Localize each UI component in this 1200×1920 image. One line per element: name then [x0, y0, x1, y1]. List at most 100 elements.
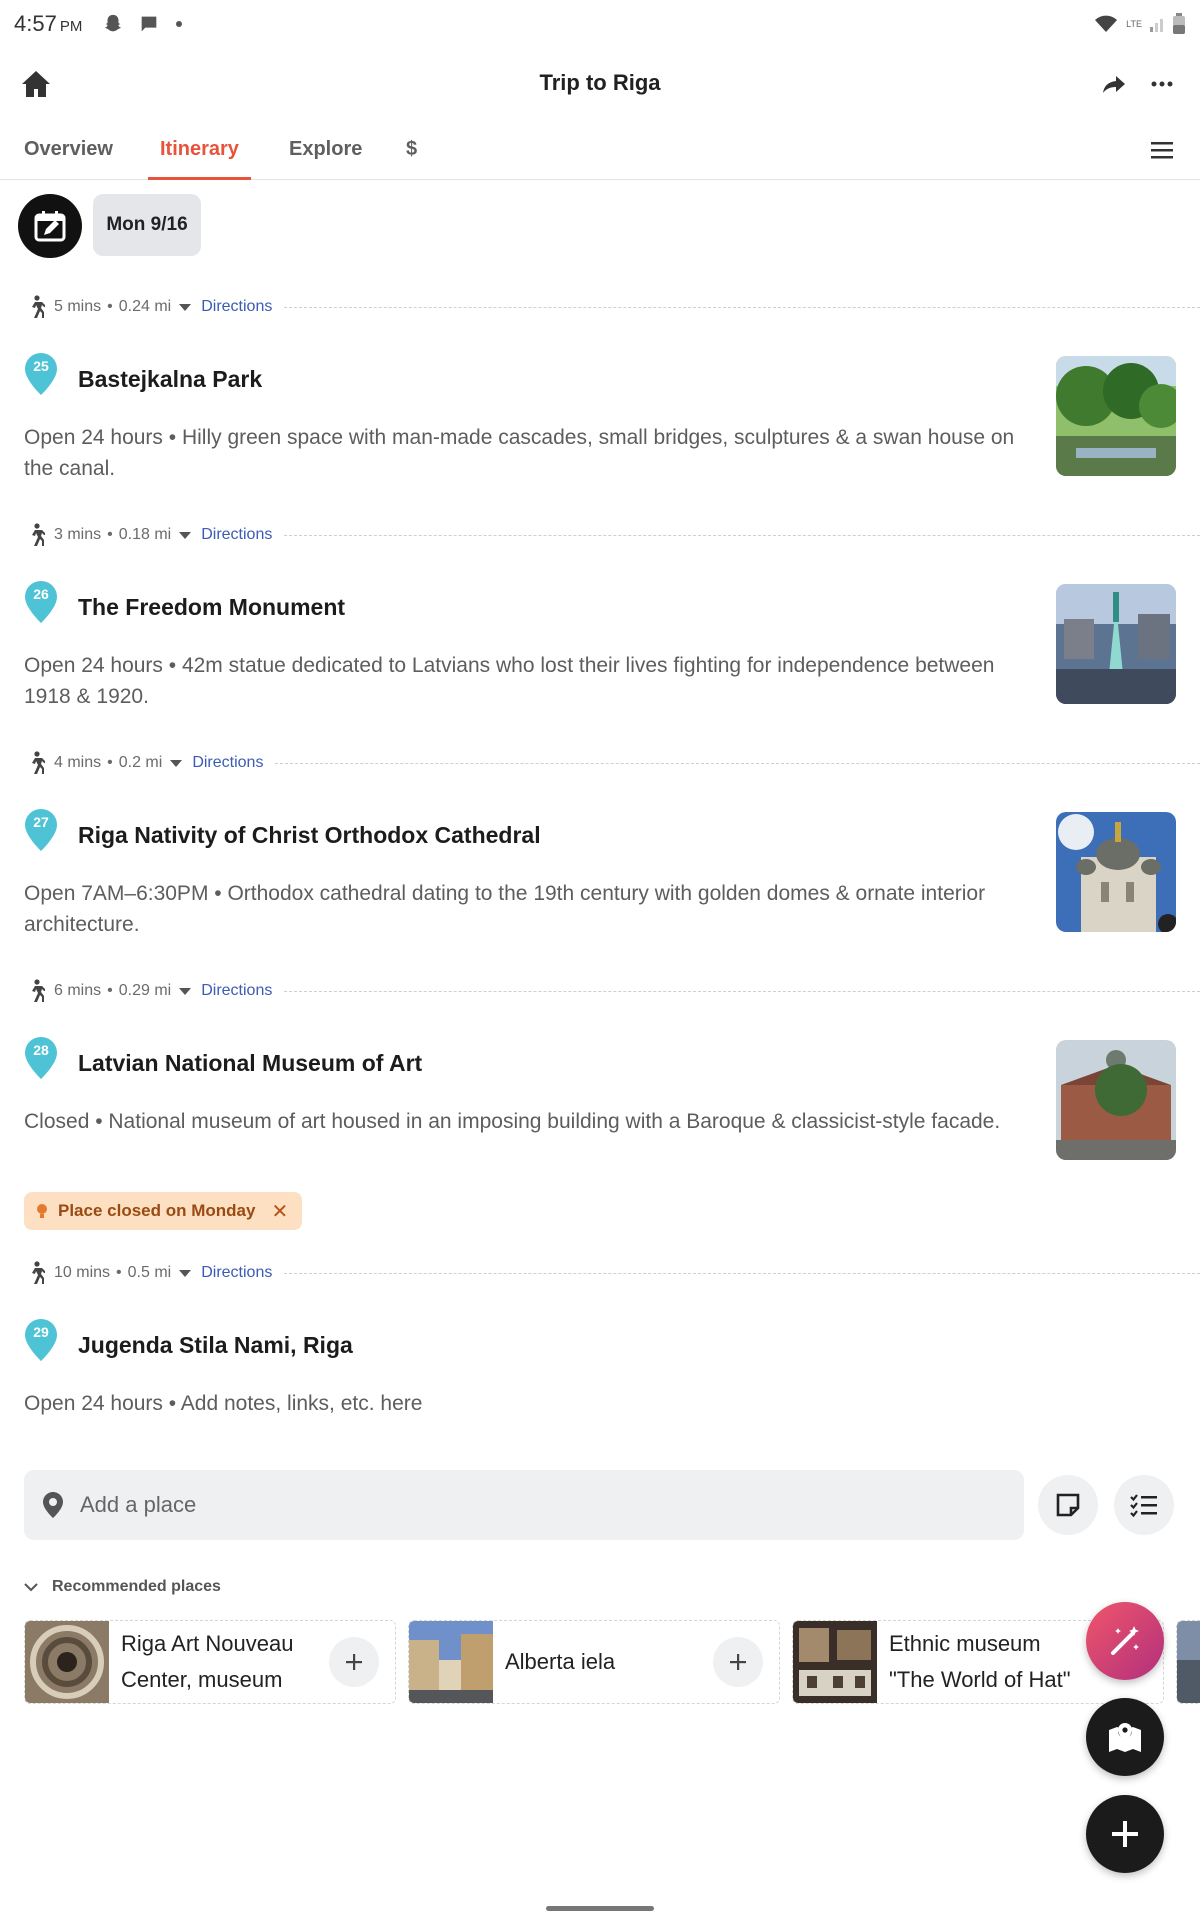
- recommended-place-photo: [409, 1621, 493, 1703]
- expand-caret-icon[interactable]: [170, 759, 183, 767]
- directions-link[interactable]: Directions: [201, 1264, 272, 1282]
- map-pin-icon: 25: [24, 352, 58, 396]
- dot-icon: [176, 21, 183, 27]
- more-options-button[interactable]: [1144, 66, 1180, 102]
- place-photo[interactable]: [1056, 812, 1176, 932]
- place-description: Open 24 hours • 42m statue dedicated to …: [24, 654, 995, 708]
- directions-link[interactable]: Directions: [201, 982, 272, 1000]
- recommended-place-card[interactable]: Riga Art Nouveau Center, museum: [24, 1620, 396, 1704]
- travel-distance: 0.24 mi: [118, 298, 172, 315]
- travel-segment: 5 mins • 0.24 mi Directions: [24, 292, 1200, 322]
- share-arrow-icon: [1103, 76, 1125, 93]
- plus-icon: [1112, 1821, 1138, 1847]
- place-name[interactable]: The Freedom Monument: [78, 594, 345, 621]
- gesture-home-indicator[interactable]: [546, 1906, 654, 1911]
- walking-icon: [24, 521, 48, 549]
- map-pin-fold-icon: [1109, 1723, 1141, 1752]
- home-button[interactable]: [18, 66, 54, 102]
- wifi-icon: [1095, 15, 1118, 32]
- chat-bubble-icon: [141, 16, 157, 32]
- plus-icon: [730, 1654, 746, 1670]
- location-pin-icon: [43, 1492, 63, 1518]
- add-place-input[interactable]: Add a place: [24, 1470, 1024, 1540]
- closed-badge-text: Place closed on Monday: [58, 1201, 256, 1220]
- add-recommended-button[interactable]: [713, 1637, 763, 1687]
- expand-caret-icon[interactable]: [179, 1269, 192, 1277]
- recommended-place-name: Alberta iela: [505, 1649, 616, 1674]
- add-checklist-button[interactable]: [1114, 1475, 1174, 1535]
- expand-caret-icon[interactable]: [179, 303, 192, 311]
- place-name[interactable]: Bastejkalna Park: [78, 366, 262, 393]
- recommended-header-label: Recommended places: [52, 1578, 221, 1595]
- place-name[interactable]: Riga Nativity of Christ Orthodox Cathedr…: [78, 822, 541, 849]
- tab-budget[interactable]: $: [406, 138, 417, 180]
- place-name[interactable]: Jugenda Stila Nami, Riga: [78, 1332, 353, 1359]
- magic-wand-icon: [1111, 1626, 1139, 1655]
- recommended-place-card[interactable]: Alberta iela: [408, 1620, 780, 1704]
- walking-icon: [24, 977, 48, 1005]
- chevron-down-icon: [24, 1583, 38, 1592]
- ai-assist-fab[interactable]: [1086, 1602, 1164, 1680]
- directions-link[interactable]: Directions: [201, 526, 272, 544]
- share-button[interactable]: [1096, 66, 1132, 102]
- recommended-place-photo: [25, 1621, 109, 1703]
- travel-segment: 3 mins • 0.18 mi Directions: [24, 520, 1200, 550]
- travel-distance: 0.5 mi: [127, 1264, 172, 1281]
- home-icon: [22, 71, 50, 97]
- place-photo[interactable]: [1056, 1040, 1176, 1160]
- more-horizontal-icon: [1151, 81, 1173, 87]
- calendar-edit-icon: [34, 211, 66, 242]
- travel-time: 6 mins: [54, 982, 102, 999]
- recommended-place-photo: [793, 1621, 877, 1703]
- walking-icon: [24, 293, 48, 321]
- travel-segment: 10 mins • 0.5 mi Directions: [24, 1258, 1200, 1288]
- travel-time: 4 mins: [54, 754, 102, 771]
- add-recommended-button[interactable]: [329, 1637, 379, 1687]
- place-photo[interactable]: [1056, 584, 1176, 704]
- signal-icon: [1150, 19, 1163, 32]
- place-name[interactable]: Latvian National Museum of Art: [78, 1050, 422, 1077]
- expand-caret-icon[interactable]: [179, 531, 192, 539]
- travel-segment: 6 mins • 0.29 mi Directions: [24, 976, 1200, 1006]
- directions-link[interactable]: Directions: [201, 298, 272, 316]
- add-fab[interactable]: [1086, 1795, 1164, 1873]
- tab-itinerary[interactable]: Itinerary: [148, 138, 251, 180]
- map-pin-icon: 29: [24, 1318, 58, 1362]
- plus-icon: [346, 1654, 362, 1670]
- travel-time: 3 mins: [54, 526, 102, 543]
- place-description: Open 7AM–6:30PM • Orthodox cathedral dat…: [24, 882, 986, 936]
- checklist-icon: [1130, 1494, 1157, 1517]
- app-bar: Trip to Riga: [0, 56, 1200, 112]
- status-bar: 4:57 PM LTE: [0, 0, 1200, 48]
- expand-caret-icon[interactable]: [179, 987, 192, 995]
- map-view-fab[interactable]: [1086, 1698, 1164, 1776]
- battery-icon: [1173, 13, 1185, 34]
- travel-distance: 0.18 mi: [118, 526, 172, 543]
- snapchat-icon: [105, 14, 122, 32]
- recommended-place-photo: [1177, 1621, 1200, 1703]
- walking-icon: [24, 749, 48, 777]
- recommended-place-name: Riga Art Nouveau: [121, 1631, 294, 1656]
- dismiss-close-icon[interactable]: ✕: [271, 1199, 288, 1224]
- directions-link[interactable]: Directions: [192, 754, 263, 772]
- tab-explore[interactable]: Explore: [289, 138, 362, 180]
- recommended-places-toggle[interactable]: Recommended places: [24, 1578, 221, 1596]
- calendar-edit-button[interactable]: [18, 194, 82, 258]
- page-title: Trip to Riga: [539, 70, 661, 95]
- travel-time: 10 mins: [54, 1264, 111, 1281]
- tab-overview[interactable]: Overview: [24, 138, 113, 180]
- place-photo[interactable]: [1056, 356, 1176, 476]
- walking-icon: [24, 1259, 48, 1287]
- add-place-placeholder: Add a place: [80, 1492, 197, 1517]
- menu-button[interactable]: [1148, 136, 1176, 164]
- travel-distance: 0.29 mi: [118, 982, 172, 999]
- recommended-place-card-partial[interactable]: [1176, 1620, 1200, 1704]
- place-description: Open 24 hours • Add notes, links, etc. h…: [24, 1392, 423, 1415]
- map-pin-icon: 27: [24, 808, 58, 852]
- map-pin-icon: 26: [24, 580, 58, 624]
- date-chip[interactable]: Mon 9/16: [93, 194, 201, 256]
- travel-time: 5 mins: [54, 298, 102, 315]
- add-note-button[interactable]: [1038, 1475, 1098, 1535]
- recommended-place-subtitle: Center, museum: [121, 1667, 283, 1692]
- status-time: 4:57 PM: [14, 11, 83, 36]
